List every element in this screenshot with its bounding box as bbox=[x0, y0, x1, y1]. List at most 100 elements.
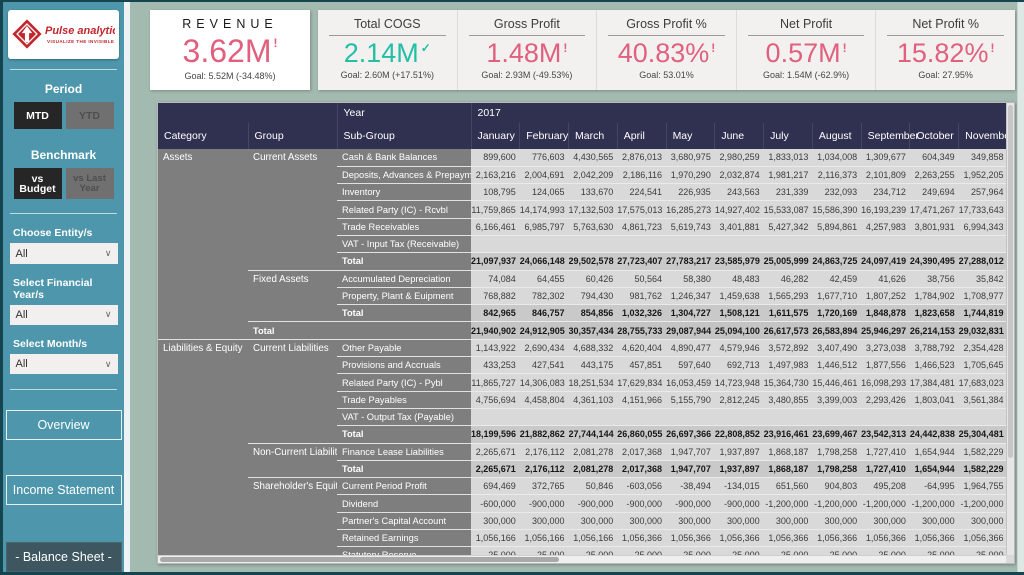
balance-sheet-matrix: Year 2017 Category Group Sub-Group Janua… bbox=[157, 102, 1015, 564]
divider bbox=[10, 69, 117, 70]
value-cell: 1,056,366 bbox=[666, 530, 715, 547]
horizontal-scrollbar[interactable] bbox=[158, 555, 1006, 563]
nav-balance-sheet-button[interactable]: - Balance Sheet - bbox=[6, 542, 122, 572]
kpi-goal: Goal: 1.54M (-62.9%) bbox=[763, 70, 849, 80]
value-cell: 24,442,838 bbox=[910, 426, 959, 443]
value-cell: 16,193,239 bbox=[861, 201, 910, 218]
value-cell bbox=[812, 408, 861, 425]
value-cell: 29,087,944 bbox=[666, 322, 715, 339]
kpi-row: REVENUE 3.62M ! Goal: 5.52M (-34.48%) To… bbox=[150, 10, 1015, 90]
value-cell: 427,541 bbox=[520, 357, 569, 374]
vertical-scrollbar[interactable] bbox=[1006, 103, 1014, 555]
value-cell: -900,000 bbox=[520, 495, 569, 512]
period-toggle-mtd[interactable]: MTD bbox=[14, 102, 62, 129]
value-cell: 1,848,878 bbox=[861, 305, 910, 322]
subgroup-cell: Current Period Profit bbox=[337, 478, 471, 495]
period-toggle-ytd[interactable]: YTD bbox=[66, 102, 114, 129]
month-header: October bbox=[910, 123, 959, 149]
entity-select[interactable]: All ∨ bbox=[10, 243, 118, 263]
value-cell: 26,617,573 bbox=[764, 322, 813, 339]
value-cell: 2,263,255 bbox=[910, 166, 959, 183]
value-cell: 1,056,366 bbox=[617, 530, 666, 547]
value-cell: 48,483 bbox=[715, 270, 764, 287]
value-cell: 1,803,041 bbox=[910, 391, 959, 408]
benchmark-toggle-lastyear[interactable]: vs Last Year bbox=[66, 168, 114, 199]
page-scrollbar[interactable] bbox=[1017, 2, 1024, 572]
pulse-logo-icon bbox=[12, 19, 42, 49]
value-cell: 2,017,368 bbox=[617, 443, 666, 460]
month-select[interactable]: All ∨ bbox=[10, 354, 118, 374]
vertical-scrollbar-thumb[interactable] bbox=[1008, 105, 1013, 458]
value-cell bbox=[569, 408, 618, 425]
value-cell: 4,458,804 bbox=[520, 391, 569, 408]
horizontal-scrollbar-thumb[interactable] bbox=[160, 557, 559, 562]
sidebar: Pulse analytics VISUALIZE THE INVISIBLE … bbox=[3, 2, 130, 572]
value-cell: 24,912,905 bbox=[520, 322, 569, 339]
value-cell: 300,000 bbox=[861, 512, 910, 529]
value-cell: 27,288,012 bbox=[959, 253, 1008, 270]
value-cell: 1,823,658 bbox=[910, 305, 959, 322]
subgroup-cell: Total bbox=[337, 426, 471, 443]
table-row: Fixed AssetsAccumulated Depreciation74,0… bbox=[158, 270, 1008, 287]
value-cell: 24,863,725 bbox=[812, 253, 861, 270]
value-cell: 2,176,112 bbox=[520, 460, 569, 477]
value-cell: 1,309,677 bbox=[861, 149, 910, 166]
value-cell: 108,795 bbox=[471, 184, 520, 201]
value-cell: 4,430,565 bbox=[569, 149, 618, 166]
subgroup-cell: Other Payable bbox=[337, 339, 471, 356]
value-cell: 1,937,897 bbox=[715, 460, 764, 477]
month-header: September bbox=[861, 123, 910, 149]
value-cell: 1,964,755 bbox=[959, 478, 1008, 495]
value-cell: 1,807,252 bbox=[861, 287, 910, 304]
value-cell: -38,494 bbox=[666, 478, 715, 495]
value-cell: -1,200,000 bbox=[861, 495, 910, 512]
category-cell: Assets bbox=[158, 149, 248, 339]
value-cell: 692,713 bbox=[715, 357, 764, 374]
value-cell: 2,101,809 bbox=[861, 166, 910, 183]
value-cell bbox=[520, 235, 569, 252]
value-cell: -900,000 bbox=[569, 495, 618, 512]
value-cell: 899,600 bbox=[471, 149, 520, 166]
value-cell: 18,251,534 bbox=[569, 374, 618, 391]
empty-header-cell bbox=[158, 103, 337, 123]
value-cell: 1,056,166 bbox=[471, 530, 520, 547]
value-cell: 58,380 bbox=[666, 270, 715, 287]
value-cell: 15,533,087 bbox=[764, 201, 813, 218]
year-filter-label: Select Financial Year/s bbox=[13, 277, 124, 301]
kpi-goal: Goal: 2.93M (-49.53%) bbox=[481, 70, 572, 80]
subgroup-cell: Property, Plant & Euipment bbox=[337, 287, 471, 304]
kpi-title: Gross Profit bbox=[494, 17, 560, 31]
value-cell: 1,727,410 bbox=[861, 443, 910, 460]
subgroup-cell: Related Party (IC) - Pybl bbox=[337, 374, 471, 391]
value-cell: 1,459,638 bbox=[715, 287, 764, 304]
value-cell: 5,894,861 bbox=[812, 218, 861, 235]
value-cell: 3,572,892 bbox=[764, 339, 813, 356]
value-cell: 300,000 bbox=[617, 512, 666, 529]
benchmark-toggle-budget[interactable]: vs Budget bbox=[14, 168, 62, 199]
value-cell: 232,093 bbox=[812, 184, 861, 201]
kpi-value: 40.83% bbox=[618, 37, 710, 69]
table-row: Non-Current LiabilitiesFinance Lease Lia… bbox=[158, 443, 1008, 460]
value-cell bbox=[910, 235, 959, 252]
value-cell: 4,861,723 bbox=[617, 218, 666, 235]
value-cell: 776,603 bbox=[520, 149, 569, 166]
value-cell: -1,200,000 bbox=[764, 495, 813, 512]
value-cell: -1,200,000 bbox=[812, 495, 861, 512]
value-cell: 6,985,797 bbox=[520, 218, 569, 235]
financial-year-select[interactable]: All ∨ bbox=[10, 305, 118, 325]
kpi-indicator: ! bbox=[843, 41, 847, 55]
value-cell: 854,856 bbox=[569, 305, 618, 322]
value-cell: 2,812,245 bbox=[715, 391, 764, 408]
value-cell bbox=[861, 235, 910, 252]
kpi-card: Gross Profit 1.48M ! Goal: 2.93M (-49.53… bbox=[457, 10, 597, 90]
kpi-card: Net Profit 0.57M ! Goal: 1.54M (-62.9%) bbox=[736, 10, 876, 90]
kpi-indicator: ! bbox=[990, 41, 994, 55]
value-cell: 14,723,948 bbox=[715, 374, 764, 391]
nav-income-statement-button[interactable]: Income Statement bbox=[6, 475, 122, 505]
value-cell bbox=[617, 235, 666, 252]
value-cell: 597,640 bbox=[666, 357, 715, 374]
nav-overview-button[interactable]: Overview bbox=[6, 410, 122, 440]
value-cell: -603,056 bbox=[617, 478, 666, 495]
value-cell: 30,357,434 bbox=[569, 322, 618, 339]
value-cell: 64,455 bbox=[520, 270, 569, 287]
